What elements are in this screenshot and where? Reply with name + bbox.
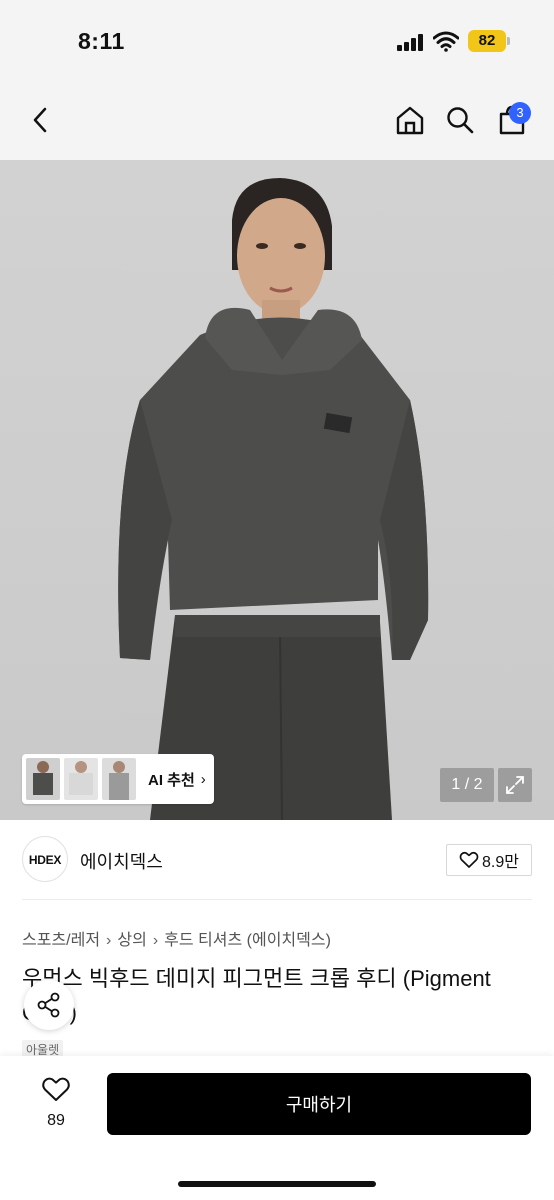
ai-recommendation-label[interactable]: AI 추천 <box>148 769 195 790</box>
share-button[interactable] <box>24 980 74 1030</box>
share-icon <box>37 992 60 1018</box>
cart-badge: 3 <box>509 102 531 124</box>
status-bar: 8:11 82 <box>0 0 554 80</box>
model-photo <box>118 178 429 820</box>
home-indicator <box>178 1181 376 1187</box>
thumbnail-1[interactable] <box>26 758 60 800</box>
back-chevron-icon[interactable] <box>20 100 60 140</box>
divider <box>22 899 532 900</box>
ai-recommendation-strip[interactable]: AI 추천 › <box>22 754 214 804</box>
heart-icon <box>42 1077 70 1101</box>
brand-name[interactable]: 에이치덱스 <box>80 848 163 874</box>
signal-icon <box>397 33 425 51</box>
nav-bar <box>0 80 554 160</box>
expand-icon[interactable] <box>498 768 532 802</box>
product-like-count: 89 <box>47 1112 65 1129</box>
brand-logo[interactable]: HDEX <box>22 836 68 882</box>
wifi-icon <box>433 31 459 52</box>
brand-row[interactable]: HDEX 에이치덱스 8.9만 <box>0 820 554 900</box>
product-like-button[interactable]: 89 <box>30 1076 82 1130</box>
thumbnail-3[interactable] <box>102 758 136 800</box>
bottom-action-bar: 89 구매하기 <box>0 1056 554 1200</box>
product-image[interactable]: AI 추천 › 1 / 2 <box>0 160 554 820</box>
chevron-right-icon[interactable]: › <box>201 771 206 788</box>
chevron-right-icon: › <box>106 932 112 949</box>
heart-icon <box>459 851 479 868</box>
breadcrumb-item-subcategory[interactable]: 상의 <box>117 932 146 949</box>
breadcrumb: 스포츠/레저 › 상의 › 후드 티셔츠 (에이치덱스) <box>22 926 331 950</box>
status-time: 8:11 <box>78 28 125 54</box>
product-title: 우먼스 빅후드 데미지 피그먼트 크롭 후디 (Pigment Gray) <box>22 966 491 1025</box>
search-icon[interactable] <box>440 100 480 140</box>
breadcrumb-item-category[interactable]: 스포츠/레저 <box>22 932 100 949</box>
buy-button[interactable]: 구매하기 <box>107 1073 531 1135</box>
brand-like-button[interactable]: 8.9만 <box>446 844 532 876</box>
brand-like-count: 8.9만 <box>482 854 519 871</box>
battery-tip <box>507 37 510 45</box>
home-icon[interactable] <box>390 100 430 140</box>
chevron-right-icon: › <box>152 932 159 949</box>
page-indicator: 1 / 2 <box>440 768 494 802</box>
battery-icon: 82 <box>468 30 506 52</box>
breadcrumb-item-type[interactable]: 후드 티셔츠 (에이치덱스) <box>164 932 331 949</box>
thumbnail-2[interactable] <box>64 758 98 800</box>
